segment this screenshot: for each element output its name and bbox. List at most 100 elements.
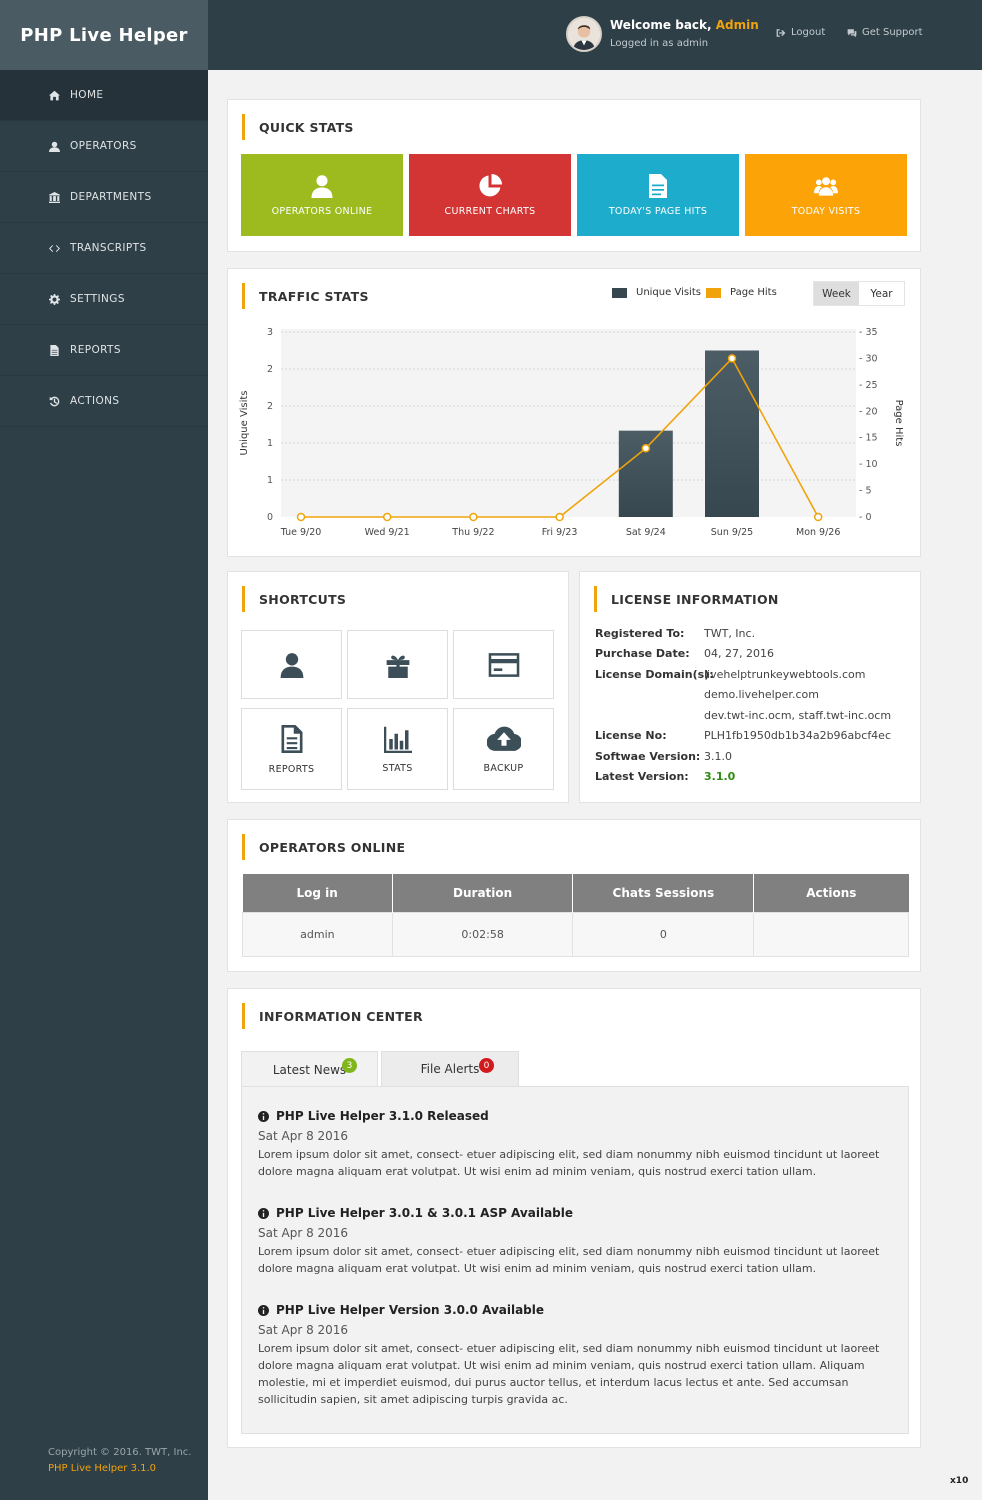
sidebar-item-reports[interactable]: REPORTS [0, 325, 208, 376]
version-link[interactable]: PHP Live Helper 3.1.0 [48, 1461, 191, 1477]
shortcut-stats[interactable]: STATS [347, 708, 448, 790]
tile-label: TODAY'S PAGE HITS [608, 205, 708, 217]
news-title[interactable]: PHP Live Helper Version 3.0.0 Available [258, 1303, 888, 1317]
sidebar-item-departments[interactable]: DEPARTMENTS [0, 172, 208, 223]
page-hits-tile[interactable]: TODAY'S PAGE HITS [577, 154, 739, 236]
current-charts-tile[interactable]: CURRENT CHARTS [409, 154, 571, 236]
point-page-hits [382, 512, 392, 522]
user-icon [280, 652, 303, 678]
avatar[interactable] [566, 16, 602, 52]
x-tick-label: Thu 9/22 [451, 527, 494, 538]
operators-table: Log in Duration Chats Sessions Actions a… [242, 874, 909, 957]
news-body: Lorem ipsum dolor sit amet, consect- etu… [258, 1342, 880, 1406]
license-no-value: PLH1fb1950db1b34a2b96abcf4ec [704, 729, 891, 742]
file-icon [48, 344, 60, 356]
x-tick-label: Tue 9/20 [280, 527, 322, 538]
license-panel: LICENSE INFORMATION Registered To: TWT, … [579, 571, 921, 803]
home-icon [48, 89, 60, 101]
column-header[interactable]: Actions [753, 874, 909, 912]
news-title[interactable]: PHP Live Helper 3.1.0 Released [258, 1109, 888, 1123]
sidebar: PHP Live Helper HOME OPERATORS DEPARTMEN… [0, 0, 208, 1500]
brand-logo[interactable]: PHP Live Helper [0, 0, 208, 70]
today-visits-tile[interactable]: TODAY VISITS [745, 154, 907, 236]
shortcut-billing[interactable] [453, 630, 554, 699]
sidebar-footer: Copyright © 2016. TWT, Inc. PHP Live Hel… [48, 1445, 191, 1477]
point-page-hits [296, 512, 306, 522]
list-item: PHP Live Helper Version 3.0.0 Available … [258, 1303, 888, 1408]
logout-link[interactable]: Logout [776, 27, 825, 38]
panel-title: QUICK STATS [242, 114, 354, 140]
latest-version-value: 3.1.0 [704, 770, 736, 783]
traffic-stats-panel: TRAFFIC STATS Unique Visits Page Hits We… [227, 268, 921, 557]
traffic-chart: 3 2 2 1 1 0 - 35 - 30 - 25 - 20 - 15 - 10 - 5 - 0 Uniq… [239, 327, 904, 538]
shortcut-backup[interactable]: BACKUP [453, 708, 554, 790]
news-date: Sat Apr 8 2016 [258, 1129, 349, 1143]
support-link[interactable]: Get Support [847, 27, 923, 38]
column-header[interactable]: Chats Sessions [572, 874, 755, 912]
news-body: Lorem ipsum dolor sit amet, consect- etu… [258, 1148, 880, 1178]
table-row: admin 0:02:58 0 [242, 911, 909, 957]
panel-title: INFORMATION CENTER [242, 1003, 423, 1029]
sidebar-item-transcripts[interactable]: TRANSCRIPTS [0, 223, 208, 274]
sidebar-item-label: DEPARTMENTS [70, 191, 152, 203]
logout-icon [776, 28, 786, 37]
bar-unique-visits [705, 350, 759, 517]
list-item: PHP Live Helper 3.0.1 & 3.0.1 ASP Availa… [258, 1206, 888, 1277]
y-tick-label: 3 [267, 327, 273, 338]
domain-value: dev.twt-inc.ocm, staff.twt-inc.ocm [704, 709, 892, 722]
users-icon [814, 176, 838, 196]
point-page-hits [641, 444, 651, 453]
x-tick-label: Mon 9/26 [796, 527, 840, 538]
news-list: PHP Live Helper 3.1.0 Released Sat Apr 8… [241, 1086, 909, 1434]
news-date: Sat Apr 8 2016 [258, 1226, 349, 1240]
bar-chart-icon [383, 726, 412, 753]
sidebar-item-operators[interactable]: OPERATORS [0, 121, 208, 172]
sidebar-item-settings[interactable]: SETTINGS [0, 274, 208, 325]
x-tick-label: Wed 9/21 [365, 527, 410, 538]
tab-latest-news[interactable]: Latest News [241, 1051, 378, 1088]
column-header[interactable]: Log in [242, 874, 393, 912]
shortcuts-panel: SHORTCUTS REPORTS STATS BACKUP [227, 571, 569, 803]
tile-label: TODAY VISITS [791, 205, 861, 217]
domain-value: livehelptrunkeywebtools.com [704, 668, 866, 681]
document-icon [649, 173, 667, 198]
y2-tick-label: - 0 [859, 512, 872, 523]
y-axis-label: Unique Visits [239, 391, 250, 456]
operators-online-tile[interactable]: OPERATORS ONLINE [241, 154, 403, 236]
y-tick-label: 1 [267, 475, 273, 486]
user-name[interactable]: Admin [716, 18, 759, 32]
shortcut-label: BACKUP [483, 762, 524, 774]
table-cell: admin [242, 911, 393, 957]
news-title[interactable]: PHP Live Helper 3.0.1 & 3.0.1 ASP Availa… [258, 1206, 888, 1220]
support-label: Get Support [862, 27, 923, 38]
table-cell: 0 [572, 911, 755, 957]
tab-file-alerts[interactable]: File Alerts [381, 1051, 519, 1087]
y2-tick-label: - 5 [859, 486, 872, 497]
column-header[interactable]: Duration [392, 874, 574, 912]
domain-value: demo.livehelper.com [704, 688, 819, 701]
info-icon [258, 1207, 269, 1219]
comments-icon [847, 28, 857, 37]
shortcut-reports[interactable]: REPORTS [241, 708, 342, 790]
table-header-row: Log in Duration Chats Sessions Actions [242, 874, 909, 912]
top-header: Welcome back, Admin Logged in as admin L… [208, 0, 982, 70]
information-center-panel: INFORMATION CENTER Latest News 3 File Al… [227, 988, 921, 1448]
domains-label: License Domain(s): [595, 668, 714, 681]
y2-tick-label: - 35 [859, 327, 878, 338]
document-icon [281, 724, 302, 753]
shortcut-operators[interactable] [241, 630, 342, 699]
corner-label: x10 [950, 1476, 969, 1486]
point-page-hits [555, 512, 564, 522]
shortcut-label: REPORTS [268, 763, 315, 775]
sidebar-item-actions[interactable]: ACTIONS [0, 376, 208, 427]
shortcut-gift[interactable] [347, 630, 448, 699]
y2-tick-label: - 30 [859, 353, 878, 364]
news-count-badge: 3 [342, 1058, 357, 1073]
purchase-date-label: Purchase Date: [595, 647, 690, 660]
bar-unique-visits [618, 430, 673, 517]
sidebar-item-home[interactable]: HOME [0, 70, 208, 121]
x-tick-label: Sun 9/25 [711, 527, 753, 538]
list-item: PHP Live Helper 3.1.0 Released Sat Apr 8… [258, 1109, 888, 1180]
table-cell [753, 911, 909, 957]
gear-icon [48, 293, 60, 305]
